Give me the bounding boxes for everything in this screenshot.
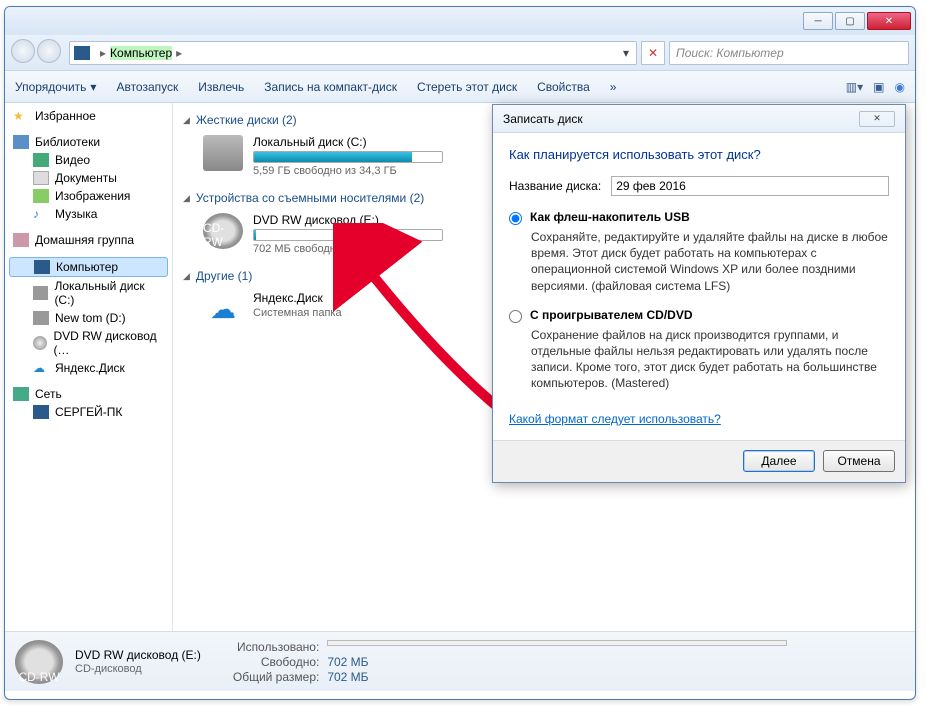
help-link[interactable]: Какой формат следует использовать? xyxy=(509,412,721,426)
collapse-icon[interactable]: ◢ xyxy=(183,193,190,204)
view-menu-icon[interactable]: ▥▾ xyxy=(846,80,863,94)
cancel-button[interactable]: Отмена xyxy=(823,450,895,472)
dialog-titlebar[interactable]: Записать диск ✕ xyxy=(493,105,905,133)
details-pane: CD-RW DVD RW дисковод (E:) CD-дисковод И… xyxy=(5,631,915,691)
burn-button[interactable]: Запись на компакт-диск xyxy=(264,80,397,94)
music-icon: ♪ xyxy=(33,207,49,221)
nav-video[interactable]: Видео xyxy=(5,151,172,169)
option-cddvd-title: С проигрывателем CD/DVD xyxy=(530,308,693,323)
dialog-question: Как планируется использовать этот диск? xyxy=(509,147,889,162)
search-input[interactable]: Поиск: Компьютер xyxy=(669,41,909,65)
libraries-icon xyxy=(13,135,29,149)
dialog-title: Записать диск xyxy=(503,112,583,126)
homegroup-icon xyxy=(13,233,29,247)
option-cddvd-desc: Сохранение файлов на диск производится г… xyxy=(531,327,889,392)
nav-drive-d[interactable]: New tom (D:) xyxy=(5,309,172,327)
computer-icon xyxy=(74,46,90,60)
computer-icon xyxy=(34,260,50,274)
hdd-icon xyxy=(203,135,243,171)
chevron-right-icon[interactable]: ▸ xyxy=(100,46,106,60)
close-button[interactable]: ✕ xyxy=(867,12,911,30)
status-subtitle: CD-дисковод xyxy=(75,663,201,675)
image-icon xyxy=(33,189,49,203)
chevron-down-icon[interactable]: ▾ xyxy=(616,46,636,60)
disc-icon: CD-RW xyxy=(15,640,63,684)
nav-libraries[interactable]: Библиотеки xyxy=(5,133,172,151)
maximize-button[interactable]: ▢ xyxy=(835,12,865,30)
minimize-button[interactable]: ─ xyxy=(803,12,833,30)
disc-name-input[interactable] xyxy=(611,176,889,196)
erase-button[interactable]: Стереть этот диск xyxy=(417,80,517,94)
chevron-right-icon[interactable]: » xyxy=(610,80,617,94)
chevron-right-icon[interactable]: ▸ xyxy=(176,46,182,60)
nav-computer[interactable]: Компьютер xyxy=(9,257,168,277)
cloud-icon: ☁ xyxy=(33,361,49,375)
window-titlebar[interactable]: ─ ▢ ✕ xyxy=(5,7,915,35)
option-usb-title: Как флеш-накопитель USB xyxy=(530,210,690,225)
disc-name-label: Название диска: xyxy=(509,179,601,193)
status-title: DVD RW дисковод (E:) xyxy=(75,648,201,662)
option-usb-radio[interactable] xyxy=(509,212,522,225)
collapse-icon[interactable]: ◢ xyxy=(183,271,190,282)
nav-favorites[interactable]: ★Избранное xyxy=(5,107,172,125)
back-icon[interactable] xyxy=(11,39,35,63)
nav-drive-dvd[interactable]: DVD RW дисковод (… xyxy=(5,327,172,359)
organize-menu[interactable]: Упорядочить ▾ xyxy=(15,80,96,94)
nav-drive-c[interactable]: Локальный диск (C:) xyxy=(5,277,172,309)
nav-network-pc[interactable]: СЕРГЕЙ-ПК xyxy=(5,403,172,421)
collapse-icon[interactable]: ◢ xyxy=(183,115,190,126)
computer-icon xyxy=(33,405,49,419)
disc-icon xyxy=(33,336,47,350)
option-cddvd-radio[interactable] xyxy=(509,310,522,323)
cloud-icon: ☁ xyxy=(203,291,243,327)
nav-network[interactable]: Сеть xyxy=(5,385,172,403)
address-bar: ▸ Компьютер ▸ ▾ ✕ Поиск: Компьютер xyxy=(5,35,915,71)
forward-icon[interactable] xyxy=(37,39,61,63)
breadcrumb[interactable]: ▸ Компьютер ▸ ▾ xyxy=(69,41,637,65)
burn-disc-dialog: Записать диск ✕ Как планируется использо… xyxy=(492,104,906,483)
drive-usage-bar xyxy=(253,151,443,163)
nav-yandex-disk[interactable]: ☁Яндекс.Диск xyxy=(5,359,172,377)
drive-usage-bar xyxy=(253,229,443,241)
toolbar: Упорядочить ▾ Автозапуск Извлечь Запись … xyxy=(5,71,915,103)
properties-button[interactable]: Свойства xyxy=(537,80,590,94)
refresh-button[interactable]: ✕ xyxy=(641,41,665,65)
autoplay-button[interactable]: Автозапуск xyxy=(116,80,178,94)
disc-icon: CD-RW xyxy=(203,213,243,249)
eject-button[interactable]: Извлечь xyxy=(198,80,244,94)
navigation-pane[interactable]: ★Избранное Библиотеки Видео Документы Из… xyxy=(5,103,173,631)
document-icon xyxy=(33,171,49,185)
nav-music[interactable]: ♪Музыка xyxy=(5,205,172,223)
next-button[interactable]: Далее xyxy=(743,450,815,472)
hdd-icon xyxy=(33,286,48,300)
video-icon xyxy=(33,153,49,167)
help-icon[interactable]: ◉ xyxy=(895,80,905,94)
nav-back-forward[interactable] xyxy=(11,39,63,67)
status-details: Использовано: Свободно:702 МБ Общий разм… xyxy=(233,640,787,684)
network-icon xyxy=(13,387,29,401)
hdd-icon xyxy=(33,311,49,325)
chevron-down-icon: ▾ xyxy=(90,80,96,94)
preview-pane-icon[interactable]: ▣ xyxy=(873,80,884,94)
nav-images[interactable]: Изображения xyxy=(5,187,172,205)
option-usb-desc: Сохраняйте, редактируйте и удаляйте файл… xyxy=(531,229,889,294)
nav-homegroup[interactable]: Домашняя группа xyxy=(5,231,172,249)
star-icon: ★ xyxy=(13,109,29,123)
dialog-close-button[interactable]: ✕ xyxy=(859,111,895,127)
breadcrumb-computer[interactable]: Компьютер xyxy=(110,46,172,60)
nav-documents[interactable]: Документы xyxy=(5,169,172,187)
